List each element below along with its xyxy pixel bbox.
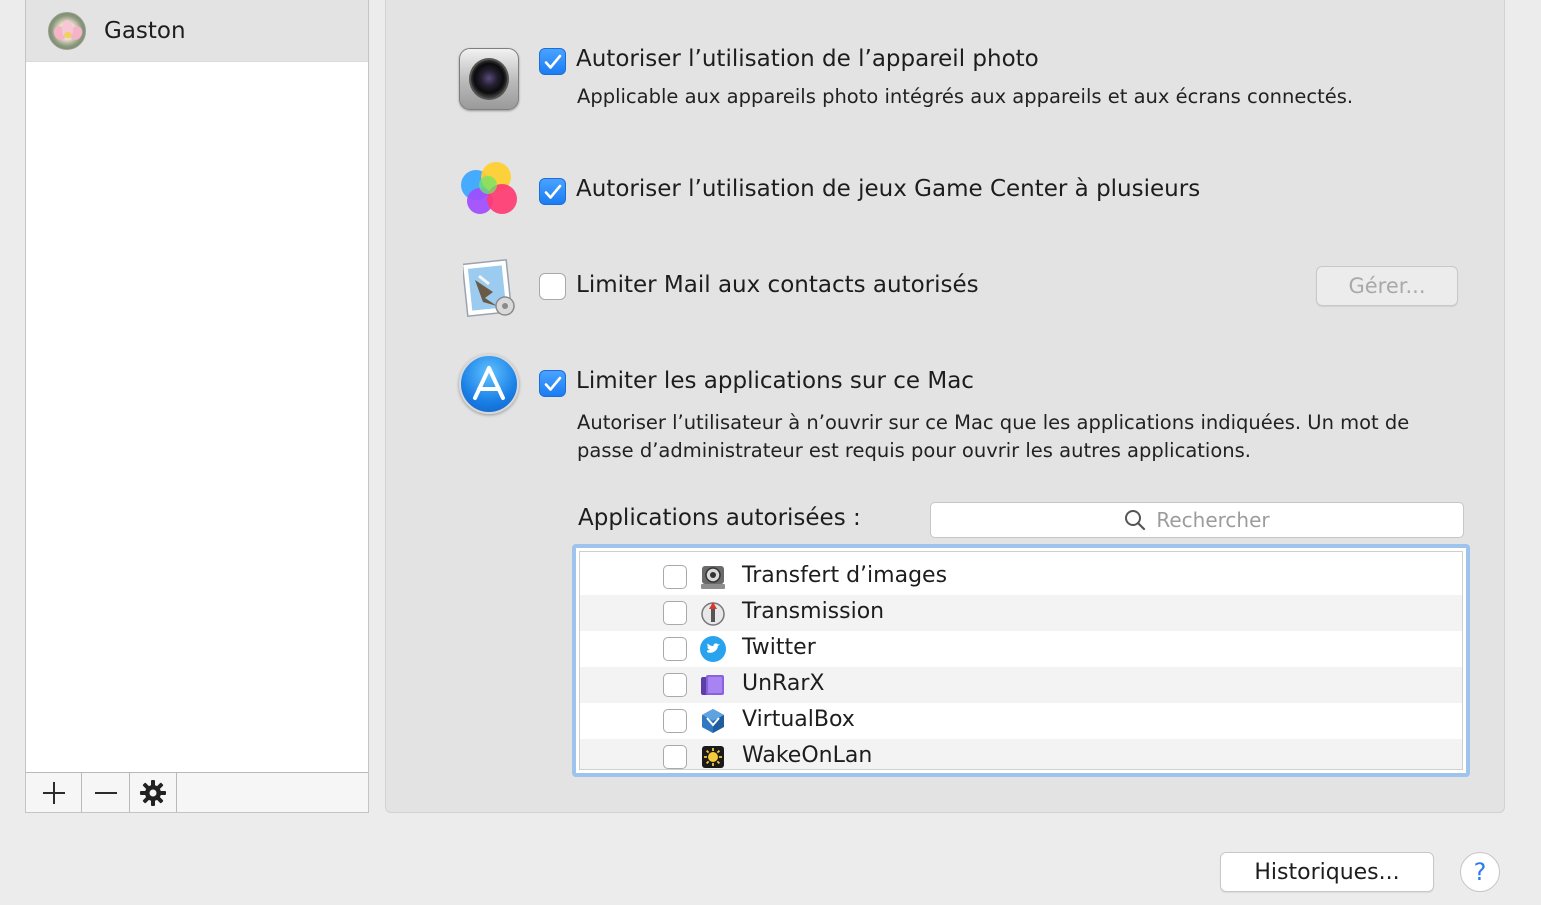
allowed-apps-list[interactable]: Transfert d’images Transmission Twitter … <box>572 544 1470 777</box>
mail-limit-checkbox[interactable] <box>539 273 566 300</box>
gear-icon <box>140 779 166 806</box>
list-item[interactable]: VirtualBox <box>580 703 1462 739</box>
minus-icon <box>94 791 117 794</box>
unrarx-icon <box>699 671 727 699</box>
app-checkbox[interactable] <box>663 565 687 589</box>
list-item[interactable]: Transfert d’images <box>580 559 1462 595</box>
allowed-apps-title: Applications autorisées : <box>578 505 861 531</box>
checkmark-icon <box>544 184 561 199</box>
wakeonlan-icon <box>699 743 727 769</box>
app-name: WakeOnLan <box>742 743 873 768</box>
app-store-icon <box>459 354 519 414</box>
search-input[interactable]: Rechercher <box>930 502 1464 538</box>
transmission-icon <box>699 599 727 627</box>
list-item[interactable]: WakeOnLan <box>580 739 1462 769</box>
search-icon <box>1125 510 1146 531</box>
user-avatar <box>48 12 86 50</box>
toolbar-spacer <box>177 773 368 812</box>
app-checkbox[interactable] <box>663 673 687 697</box>
image-capture-icon <box>699 563 727 591</box>
search-placeholder: Rechercher <box>1156 508 1270 532</box>
app-checkbox[interactable] <box>663 601 687 625</box>
plus-icon <box>42 781 65 804</box>
sidebar-toolbar <box>26 772 368 812</box>
help-button[interactable]: ? <box>1460 852 1500 892</box>
list-item-partial <box>580 552 1462 556</box>
virtualbox-icon <box>699 707 727 735</box>
user-row-gaston[interactable]: Gaston <box>26 0 368 62</box>
list-item[interactable]: Transmission <box>580 595 1462 631</box>
camera-icon <box>459 48 519 110</box>
help-icon: ? <box>1473 858 1487 886</box>
list-item[interactable]: UnRarX <box>580 667 1462 703</box>
actions-gear-button[interactable] <box>130 773 177 812</box>
user-name: Gaston <box>104 18 186 44</box>
camera-option-description: Applicable aux appareils photo intégrés … <box>577 85 1354 108</box>
logs-button[interactable]: Historiques... <box>1220 852 1434 892</box>
app-name: Twitter <box>742 635 816 660</box>
twitter-icon <box>699 635 727 663</box>
camera-option-label: Autoriser l’utilisation de l’appareil ph… <box>576 46 1039 72</box>
app-name: VirtualBox <box>742 707 855 732</box>
app-checkbox[interactable] <box>663 745 687 769</box>
add-user-button[interactable] <box>26 773 82 812</box>
game-center-option-label: Autoriser l’utilisation de jeux Game Cen… <box>576 176 1201 202</box>
limit-apps-description-line1: Autoriser l’utilisateur à n’ouvrir sur c… <box>577 411 1410 434</box>
mail-icon <box>461 258 519 320</box>
app-name: UnRarX <box>742 671 825 696</box>
app-checkbox[interactable] <box>663 709 687 733</box>
app-name: Transfert d’images <box>742 563 948 588</box>
manage-contacts-button[interactable]: Gérer... <box>1316 266 1458 306</box>
list-item[interactable]: Twitter <box>580 631 1462 667</box>
limit-apps-option-label: Limiter les applications sur ce Mac <box>576 368 974 394</box>
game-center-icon <box>459 162 519 222</box>
checkmark-icon <box>544 376 561 391</box>
mail-option-label: Limiter Mail aux contacts autorisés <box>576 272 979 298</box>
limit-apps-description-line2: passe d’administrateur est requis pour o… <box>577 439 1251 462</box>
checkmark-icon <box>544 54 561 69</box>
app-checkbox[interactable] <box>663 637 687 661</box>
app-name: Transmission <box>742 599 885 624</box>
camera-checkbox[interactable] <box>539 48 566 75</box>
limit-apps-checkbox[interactable] <box>539 370 566 397</box>
game-center-checkbox[interactable] <box>539 178 566 205</box>
remove-user-button[interactable] <box>82 773 130 812</box>
users-sidebar: Gaston <box>25 0 369 813</box>
